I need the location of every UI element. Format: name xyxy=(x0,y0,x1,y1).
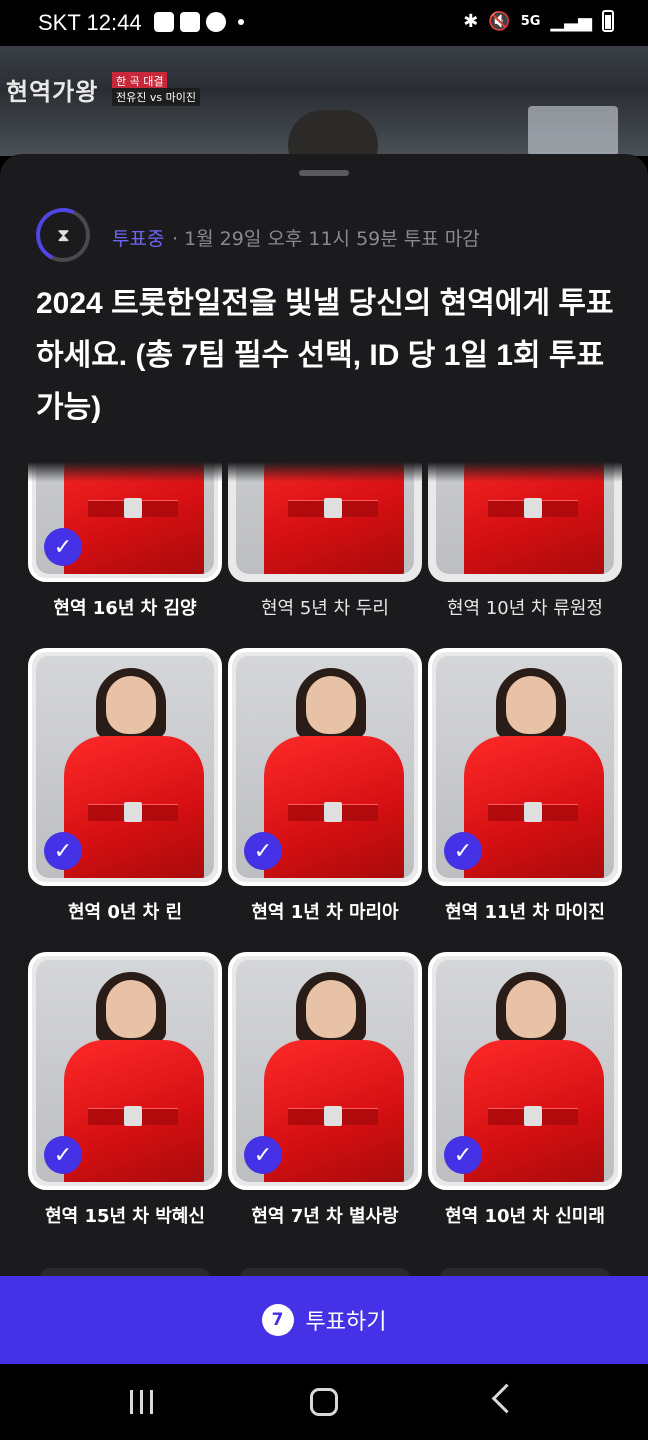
poll-sheet: ⧗ 투표중 · 1월 29일 오후 11시 59분 투표 마감 2024 트롯한… xyxy=(0,154,648,1364)
photo-face xyxy=(506,980,556,1038)
drag-handle[interactable] xyxy=(299,170,349,176)
photo-buckle xyxy=(524,498,542,518)
candidate-photo[interactable]: ✓ xyxy=(28,648,222,886)
candidate-name: 현역 7년 차 별사랑 xyxy=(251,1206,399,1227)
photo-face xyxy=(306,980,356,1038)
notification-icons xyxy=(154,12,244,32)
photo-buckle xyxy=(324,1106,342,1126)
show-logo: 현역가왕 xyxy=(6,79,99,106)
photo-buckle xyxy=(324,498,342,518)
candidate-name: 현역 10년 차 신미래 xyxy=(445,1206,605,1227)
photo-buckle xyxy=(524,1106,542,1126)
status-time: SKT 12:44 xyxy=(38,10,142,35)
check-icon: ✓ xyxy=(244,1136,282,1174)
poll-status: 투표중 xyxy=(112,228,165,250)
photo-face xyxy=(106,676,156,734)
photo-face xyxy=(506,676,556,734)
poll-deadline: · 1월 29일 오후 11시 59분 투표 마감 xyxy=(172,228,480,250)
candidate-name: 현역 11년 차 마이진 xyxy=(445,902,605,923)
photo-buckle xyxy=(124,802,142,822)
system-icons: ✱ 🔇 5G ▁▃▅ xyxy=(463,10,614,32)
candidate-name: 현역 15년 차 박혜신 xyxy=(45,1206,205,1227)
vote-button[interactable]: 7 투표하기 xyxy=(0,1276,648,1364)
selected-count-badge: 7 xyxy=(261,1304,294,1336)
vote-button-label: 투표하기 xyxy=(305,1310,387,1335)
candidate-photo[interactable]: ✓ xyxy=(228,648,422,886)
candidate-name: 현역 16년 차 김양 xyxy=(53,598,197,619)
candidate-name: 현역 10년 차 류원정 xyxy=(447,598,603,619)
video-person xyxy=(288,110,378,156)
back-button[interactable] xyxy=(491,1383,522,1414)
check-icon: ✓ xyxy=(44,832,82,870)
candidate-grid[interactable]: ✓ 현역 16년 차 김양 현역 5년 차 두리 현역 10년 차 류원정 ✓ 현역 0년… xyxy=(0,462,648,1277)
video-player[interactable]: 현역가왕 한 곡 대결 전유진 vs 마이진 xyxy=(0,46,648,156)
system-nav-bar xyxy=(0,1364,648,1440)
hourglass-icon: ⧗ xyxy=(28,200,98,270)
gallery-icon xyxy=(154,12,174,32)
youtube-icon xyxy=(180,12,200,32)
battery-icon xyxy=(602,10,614,32)
mute-icon: 🔇 xyxy=(488,10,511,32)
check-icon: ✓ xyxy=(44,528,82,566)
candidate-photo[interactable]: ✓ xyxy=(228,952,422,1190)
photo-face xyxy=(106,980,156,1038)
check-icon: ✓ xyxy=(44,1136,82,1174)
candidate-photo[interactable]: ✓ xyxy=(428,952,622,1190)
photo-face xyxy=(306,676,356,734)
grid-fade xyxy=(0,462,648,482)
candidate-name: 현역 1년 차 마리아 xyxy=(251,902,399,923)
candidate-photo[interactable]: ✓ xyxy=(428,648,622,886)
recent-apps-button[interactable] xyxy=(130,1390,153,1414)
home-button[interactable] xyxy=(310,1388,338,1416)
candidate-name: 현역 0년 차 린 xyxy=(67,902,183,923)
network-label: 5G xyxy=(520,13,541,29)
photo-buckle xyxy=(324,802,342,822)
more-notifications-icon xyxy=(238,19,244,25)
show-subtag: 전유진 vs 마이진 xyxy=(112,88,200,106)
check-icon: ✓ xyxy=(444,1136,482,1174)
photo-buckle xyxy=(124,498,142,518)
check-icon: ✓ xyxy=(244,832,282,870)
photo-buckle xyxy=(124,1106,142,1126)
photo-buckle xyxy=(524,802,542,822)
candidate-name: 현역 5년 차 두리 xyxy=(261,598,389,619)
video-background-object xyxy=(528,106,618,156)
talk-icon xyxy=(206,12,226,32)
candidate-photo[interactable]: ✓ xyxy=(28,952,222,1190)
poll-title: 2024 트롯한일전을 빛낼 당신의 현역에게 투표하세요. (총 7팀 필수 … xyxy=(36,287,614,424)
signal-icon: ▁▃▅ xyxy=(550,10,592,32)
check-icon: ✓ xyxy=(444,832,482,870)
status-bar: SKT 12:44 ✱ 🔇 5G ▁▃▅ xyxy=(0,0,648,46)
bluetooth-icon: ✱ xyxy=(463,10,479,32)
